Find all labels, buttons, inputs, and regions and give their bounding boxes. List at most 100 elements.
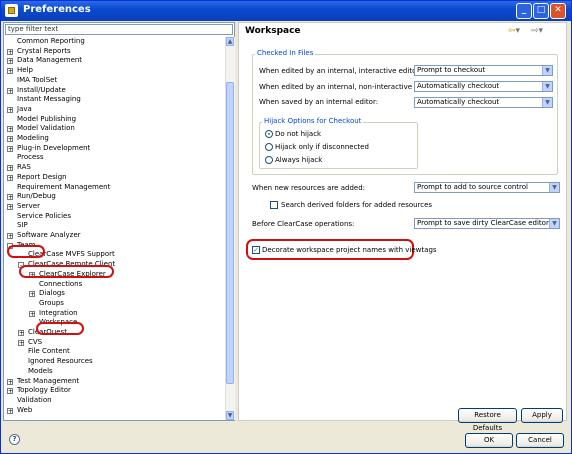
tree-item-label: Run/Debug (17, 192, 56, 201)
tree-item-label: Plug-in Development (17, 143, 91, 152)
scroll-up-arrow-icon[interactable]: ▲ (226, 37, 234, 46)
tree-item-label: File Content (28, 347, 70, 356)
cancel-button[interactable]: Cancel (516, 433, 564, 448)
saved-by-editor-label: When saved by an internal editor: (259, 98, 379, 106)
hijack-options-legend: Hijack Options for Checkout (262, 117, 364, 126)
expand-icon[interactable]: + (18, 330, 24, 337)
tree-item-label: Install/Update (17, 85, 66, 94)
always-hijack-radio[interactable] (265, 156, 273, 164)
chevron-down-icon: ▼ (549, 219, 559, 228)
tree-item-label: Instant Messaging (17, 95, 81, 104)
search-derived-checkbox[interactable] (270, 201, 278, 209)
clearcase-remote-client-highlight (19, 265, 114, 278)
restore-defaults-button[interactable]: Restore Defaults (458, 408, 517, 432)
tree-item-label: Report Design (17, 172, 67, 181)
expand-icon[interactable]: + (7, 203, 13, 210)
tree-item-label: Web (17, 405, 33, 414)
preference-tree: Common Reporting + Crystal Reports + Data Ma… (3, 37, 225, 420)
hijack-if-disconnected-radio[interactable] (265, 143, 273, 151)
tree-item-label: Server (17, 201, 40, 210)
search-derived-label: Search derived folders for added resourc… (281, 201, 433, 209)
tree-item-label: Java (17, 104, 32, 113)
title-bar[interactable]: Preferences _ □ ✕ (1, 1, 571, 21)
new-resources-value: Prompt to add to source control (417, 183, 528, 191)
tree-item-label: Test Management (17, 376, 80, 385)
before-operations-label: Before ClearCase operations: (252, 220, 355, 228)
expand-icon[interactable]: + (7, 136, 13, 143)
new-resources-label: When new resources are added: (252, 184, 365, 192)
tree-item-label: Model Publishing (17, 114, 77, 123)
interactive-editor-label: When edited by an internal, interactive … (259, 67, 422, 75)
expand-icon[interactable]: + (7, 87, 13, 94)
close-button[interactable]: ✕ (550, 3, 566, 19)
expand-icon[interactable]: + (7, 68, 13, 75)
back-arrow-icon[interactable]: ⇦▾ (508, 26, 520, 36)
interactive-editor-combo[interactable]: Prompt to checkout ▼ (414, 65, 553, 76)
chevron-down-icon: ▼ (542, 98, 552, 107)
team-highlight (7, 245, 45, 258)
saved-by-editor-value: Automatically checkout (417, 98, 500, 106)
expand-icon[interactable]: + (7, 174, 13, 181)
chevron-down-icon: ▼ (549, 183, 559, 192)
non-interactive-editor-value: Automatically checkout (417, 82, 500, 90)
decorate-checkbox[interactable]: ✓ (252, 246, 260, 254)
preferences-icon (5, 4, 18, 17)
tree-item-label: Requirement Management (17, 182, 111, 191)
tree-item-label: Data Management (17, 56, 83, 65)
expand-icon[interactable]: + (29, 310, 35, 317)
chevron-down-icon: ▼ (542, 66, 552, 75)
window-title: Preferences (23, 4, 91, 15)
tree-item-label: Common Reporting (17, 37, 85, 45)
hijack-if-disconnected-label: Hijack only if disconnected (275, 143, 369, 151)
checked-in-files-legend: Checked In Files (255, 49, 316, 58)
expand-icon[interactable]: + (7, 106, 13, 113)
tree-item-label: Integration (39, 308, 78, 317)
ok-button[interactable]: OK (465, 433, 513, 448)
tree-item-label: RAS (17, 163, 31, 172)
scroll-down-arrow-icon[interactable]: ▼ (226, 411, 234, 420)
tree-item-label: Models (28, 366, 53, 375)
expand-icon[interactable]: + (7, 194, 13, 201)
tree-item-label: Modeling (17, 134, 49, 142)
new-resources-combo[interactable]: Prompt to add to source control ▼ (414, 182, 560, 193)
expand-icon[interactable]: + (7, 48, 13, 55)
tree-item-label: Validation (17, 395, 52, 404)
apply-button[interactable]: Apply (521, 408, 563, 423)
chevron-down-icon: ▼ (542, 82, 552, 91)
expand-icon[interactable]: + (7, 388, 13, 395)
page-title: Workspace (245, 26, 301, 36)
always-hijack-label: Always hijack (275, 156, 323, 164)
tree-item-label: Help (17, 66, 33, 75)
maximize-button[interactable]: □ (533, 3, 549, 19)
non-interactive-editor-combo[interactable]: Automatically checkout ▼ (414, 81, 553, 92)
tree-scrollbar-thumb[interactable] (226, 82, 234, 384)
forward-arrow-icon[interactable]: ⇨▾ (531, 26, 543, 36)
tree-item-label: Software Analyzer (17, 231, 81, 239)
expand-icon[interactable]: + (7, 126, 13, 133)
tree-item-label: Process (17, 153, 44, 162)
tree-item-label: Crystal Reports (17, 46, 71, 55)
expand-icon[interactable]: + (7, 145, 13, 152)
tree-item-label: IMA ToolSet (17, 75, 58, 84)
expand-icon[interactable]: + (18, 339, 24, 346)
interactive-editor-value: Prompt to checkout (417, 66, 486, 74)
expand-icon[interactable]: + (7, 165, 13, 172)
tree-item-label: Ignored Resources (28, 357, 93, 366)
do-not-hijack-label: Do not hijack (275, 130, 322, 138)
minimize-button[interactable]: _ (516, 3, 532, 19)
expand-icon[interactable]: + (7, 233, 13, 240)
decorate-label: Decorate workspace project names with vi… (262, 246, 437, 254)
expand-icon[interactable]: + (29, 291, 35, 298)
before-operations-value: Prompt to save dirty ClearCase editors (417, 219, 553, 227)
before-operations-combo[interactable]: Prompt to save dirty ClearCase editors ▼ (414, 218, 560, 229)
workspace-highlight (36, 322, 84, 335)
expand-icon[interactable]: + (7, 378, 13, 385)
tree-item-label: Connections (39, 279, 83, 288)
filter-input[interactable]: type filter text (5, 24, 233, 35)
help-icon[interactable]: ? (9, 434, 20, 445)
expand-icon[interactable]: + (7, 407, 13, 414)
tree-item-label: CVS (28, 337, 43, 346)
do-not-hijack-radio[interactable] (265, 130, 273, 138)
saved-by-editor-combo[interactable]: Automatically checkout ▼ (414, 97, 553, 108)
expand-icon[interactable]: + (7, 58, 13, 65)
